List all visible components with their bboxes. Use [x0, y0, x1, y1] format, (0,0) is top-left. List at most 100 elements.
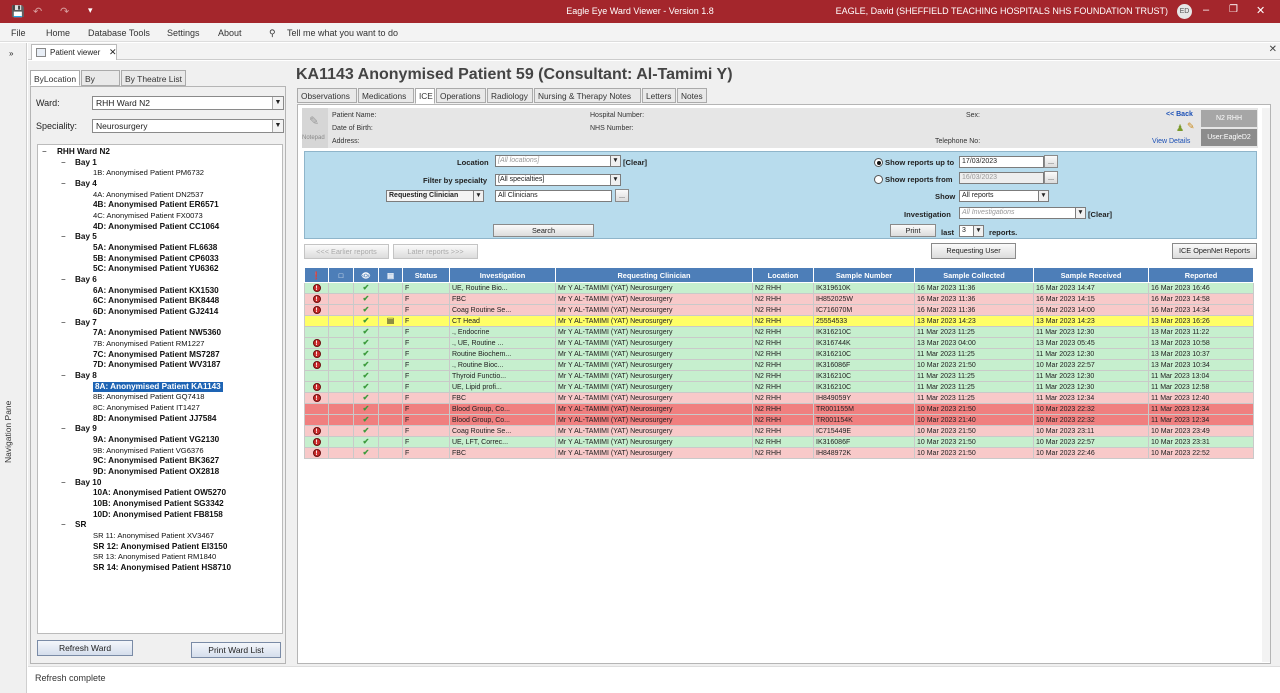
chevron-down-icon[interactable]: ▼ [473, 190, 484, 202]
close-document-icon[interactable]: ✕ [1269, 44, 1277, 55]
table-row[interactable]: ✔ F., Endocrine Mr Y AL-TAMIMI (YAT) Neuro… [304, 326, 1254, 338]
tree-bed[interactable]: SR 11: Anonymised Patient XV3467 [93, 531, 214, 541]
show-from-date[interactable]: 16/03/2023 [959, 172, 1044, 184]
tree-bed[interactable]: 4B: Anonymised Patient ER6571 [93, 200, 219, 210]
ward-tree[interactable]: − RHH Ward N2− Bay 1 1B: Anonymised Patient… [37, 144, 283, 634]
clinician-input[interactable]: All Clinicians [495, 190, 612, 202]
minimize-icon[interactable]: – [1203, 4, 1209, 16]
notepad-button[interactable]: ✎ Notepad [302, 108, 328, 148]
table-row[interactable]: ✔ F Blood Group, Co... Mr Y AL-TAMIMI (YAT)… [304, 414, 1254, 426]
status-column-header[interactable]: Status [402, 267, 450, 283]
calendar-from-button[interactable]: ... [1044, 171, 1058, 184]
tree-bed[interactable]: 4D: Anonymised Patient CC1064 [93, 222, 219, 232]
show-from-radio[interactable] [874, 175, 883, 184]
avatar[interactable]: ED [1177, 4, 1192, 19]
menu-settings[interactable]: Settings [167, 28, 200, 38]
tree-bed[interactable]: 9B: Anonymised Patient VG6376 [93, 446, 204, 456]
chevron-down-icon[interactable]: ▼ [1075, 207, 1086, 219]
sample-number-column-header[interactable]: Sample Number [813, 267, 915, 283]
collapse-icon[interactable]: − [61, 275, 66, 285]
document-column-header[interactable]: ▤ [378, 267, 403, 283]
table-row[interactable]: ! ✔ F UE, Lipid profi... Mr Y AL-TAMIMI (YAT… [304, 381, 1254, 393]
close-tab-icon[interactable]: ✕ [109, 47, 117, 58]
report-document-icon[interactable]: ▤ [387, 317, 395, 326]
tab-medications[interactable]: Medications [358, 88, 414, 103]
table-row[interactable]: ! ✔ F UE, Routine Bio... Mr Y AL-TAMIMI (YAT… [304, 282, 1254, 294]
chevron-down-icon[interactable]: ▼ [272, 97, 283, 109]
ice-opennet-reports-button[interactable]: ICE OpenNet Reports [1172, 243, 1257, 259]
table-row[interactable]: ✔ F Blood Group, Co... Mr Y AL-TAMIMI (YAT)… [304, 403, 1254, 415]
investigation-select[interactable]: All Investigations [959, 207, 1077, 219]
refresh-ward-button[interactable]: Refresh Ward [37, 640, 133, 656]
tree-bed[interactable]: 9C: Anonymised Patient BK3627 [93, 456, 219, 466]
clear-investigation-link[interactable]: [Clear] [1088, 210, 1112, 219]
tab-observations[interactable]: Observations [297, 88, 357, 103]
show-select[interactable]: All reports [959, 190, 1039, 202]
reported-column-header[interactable]: Reported [1148, 267, 1254, 283]
later-reports-button[interactable]: Later reports >>> [393, 244, 478, 259]
tree-bed[interactable]: SR 12: Anonymised Patient EI3150 [93, 542, 227, 552]
expand-nav-icon[interactable]: » [9, 49, 13, 58]
tree-bed[interactable]: 6C: Anonymised Patient BK8448 [93, 296, 219, 306]
tree-bed[interactable]: 8A: Anonymised Patient KA1143 [93, 381, 223, 392]
calendar-up-to-button[interactable]: ... [1044, 155, 1058, 168]
investigation-column-header[interactable]: Investigation [449, 267, 556, 283]
tree-bed[interactable]: 10D: Anonymised Patient FB8158 [93, 510, 223, 520]
tree-bed[interactable]: 8C: Anonymised Patient IT1427 [93, 403, 200, 413]
tree-bay[interactable]: Bay 7 [75, 318, 97, 328]
tree-bay[interactable]: Bay 8 [75, 371, 97, 381]
tree-bay[interactable]: Bay 10 [75, 478, 101, 488]
table-row[interactable]: ! ✔ F FBC Mr Y AL-TAMIMI (YAT) Neurosurgery N… [304, 293, 1254, 305]
specialty-select[interactable]: [All specialties] [495, 174, 612, 186]
tree-bed[interactable]: 7C: Anonymised Patient MS7287 [93, 350, 220, 360]
table-row[interactable]: ✔ F Thyroid Functio... Mr Y AL-TAMIMI (YAT)… [304, 370, 1254, 382]
sample-received-column-header[interactable]: Sample Received [1033, 267, 1149, 283]
tree-bed[interactable]: 9D: Anonymised Patient OX2818 [93, 467, 219, 477]
menu-file[interactable]: File [11, 28, 26, 38]
tree-bed[interactable]: 8D: Anonymised Patient JJ7584 [93, 414, 216, 424]
tree-bay[interactable]: Bay 9 [75, 424, 97, 434]
tab-ice[interactable]: ICE [415, 88, 435, 104]
navigation-pane[interactable]: » Navigation Pane [0, 43, 27, 693]
speciality-select[interactable]: Neurosurgery ▼ [92, 119, 284, 133]
table-row[interactable]: ! ✔ F Coag Routine Se... Mr Y AL-TAMIMI (YAT… [304, 425, 1254, 437]
tree-bed[interactable]: 9A: Anonymised Patient VG2130 [93, 435, 219, 445]
people-icon[interactable]: ♟ [1176, 123, 1184, 134]
location-select[interactable]: [All locations] [495, 155, 612, 167]
tree-bed[interactable]: 5B: Anonymised Patient CP6033 [93, 254, 219, 264]
show-up-to-radio[interactable] [874, 158, 883, 167]
tab-nursing-therapy-notes[interactable]: Nursing & Therapy Notes [534, 88, 641, 103]
search-icon[interactable]: ⚲ [269, 28, 276, 39]
tree-bed[interactable]: 6D: Anonymised Patient GJ2414 [93, 307, 218, 317]
restore-icon[interactable]: ❐ [1229, 4, 1238, 15]
tree-bed[interactable]: 5C: Anonymised Patient YU6362 [93, 264, 219, 274]
vertical-scrollbar[interactable] [1262, 108, 1270, 662]
collapse-icon[interactable]: − [61, 318, 66, 328]
tree-bed[interactable]: 7A: Anonymised Patient NW5360 [93, 328, 221, 338]
chevron-down-icon[interactable]: ▼ [272, 120, 283, 132]
requesting-user-button[interactable]: Requesting User [931, 243, 1016, 259]
tree-bay[interactable]: Bay 1 [75, 158, 97, 168]
tree-bed[interactable]: 1B: Anonymised Patient PM6732 [93, 168, 204, 178]
menu-database-tools[interactable]: Database Tools [88, 28, 150, 38]
sample-collected-column-header[interactable]: Sample Collected [914, 267, 1034, 283]
table-row[interactable]: ! ✔ F UE, LFT, Correc... Mr Y AL-TAMIMI (YAT… [304, 436, 1254, 448]
table-row[interactable]: ! ✔ F FBC Mr Y AL-TAMIMI (YAT) Neurosurgery N… [304, 447, 1254, 459]
tree-bay[interactable]: SR [75, 520, 86, 530]
tree-bay[interactable]: Bay 6 [75, 275, 97, 285]
tree-bed[interactable]: 4A: Anonymised Patient DN2537 [93, 190, 204, 200]
tab-by-theatre-list[interactable]: By Theatre List [121, 70, 186, 86]
print-button[interactable]: Print [890, 224, 936, 237]
ward-select[interactable]: RHH Ward N2 ▼ [92, 96, 284, 110]
search-button[interactable]: Search [493, 224, 594, 237]
collapse-icon[interactable]: − [61, 158, 66, 168]
page-column-header[interactable]: □ [328, 267, 354, 283]
tab-patient-viewer[interactable]: Patient viewer ✕ [31, 44, 117, 60]
table-row[interactable]: ! ✔ F Coag Routine Se... Mr Y AL-TAMIMI (YAT… [304, 304, 1254, 316]
chevron-down-icon[interactable]: ▼ [610, 174, 621, 186]
table-row[interactable]: ! ✔ F., UE, Routine ... Mr Y AL-TAMIMI (YAT… [304, 337, 1254, 349]
requesting-clinician-column-header[interactable]: Requesting Clinician [555, 267, 753, 283]
tree-bed[interactable]: 6A: Anonymised Patient KX1530 [93, 286, 219, 296]
clinician-lookup-button[interactable]: ... [615, 189, 629, 202]
clear-location-link[interactable]: [Clear] [623, 158, 647, 167]
